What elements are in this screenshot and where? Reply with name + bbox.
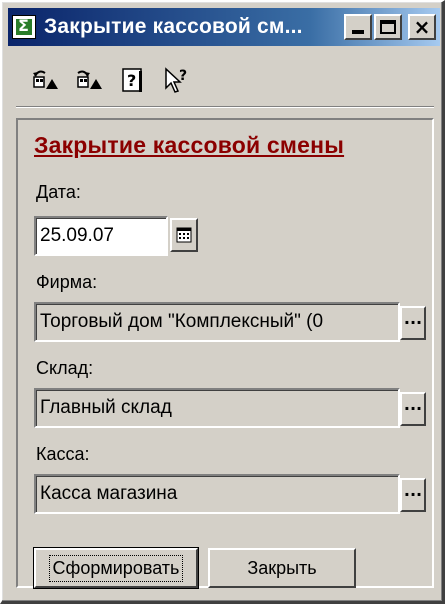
warehouse-select-button[interactable]: ... xyxy=(400,392,426,426)
undo-button[interactable] xyxy=(30,65,60,95)
firm-label: Фирма: xyxy=(36,272,98,292)
minimize-icon xyxy=(352,30,364,34)
maximize-button[interactable] xyxy=(374,14,402,40)
help-button[interactable]: ? xyxy=(118,65,148,95)
close-icon: × xyxy=(413,15,431,39)
form-title: Закрытие кассовой смены xyxy=(34,132,345,158)
close-button[interactable]: Закрыть xyxy=(208,548,356,588)
window-title: Закрытие кассовой см... xyxy=(44,15,303,38)
calendar-button[interactable] xyxy=(170,218,198,252)
cashbox-select-button[interactable]: ... xyxy=(400,478,426,512)
firm-select-button[interactable]: ... xyxy=(400,306,426,340)
svg-text:?: ? xyxy=(127,71,136,90)
warehouse-label: Склад: xyxy=(36,358,94,378)
date-input[interactable]: 25.09.07 xyxy=(34,216,168,256)
redo-button[interactable] xyxy=(74,65,104,95)
help-icon: ? xyxy=(122,68,142,92)
firm-field[interactable]: Торговый дом "Комплексный" (0 xyxy=(34,302,400,342)
svg-text:?: ? xyxy=(179,68,187,84)
undo-icon xyxy=(33,70,58,89)
date-label: Дата: xyxy=(36,182,81,202)
redo-icon xyxy=(77,70,102,89)
title-bar[interactable]: Закрытие кассовой см... × xyxy=(8,8,440,46)
generate-button-label: Сформировать xyxy=(48,554,184,582)
generate-button[interactable]: Сформировать xyxy=(33,547,199,589)
toolbar: ? ? xyxy=(30,60,192,100)
close-button-label: Закрыть xyxy=(247,557,317,578)
cashbox-label: Касса: xyxy=(36,444,90,464)
close-window-button[interactable]: × xyxy=(408,14,436,40)
calendar-icon xyxy=(176,227,192,243)
context-help-button[interactable]: ? xyxy=(162,65,192,95)
toolbar-divider xyxy=(16,106,434,108)
minimize-button[interactable] xyxy=(344,14,372,40)
cashbox-field[interactable]: Касса магазина xyxy=(34,474,400,514)
context-help-icon: ? xyxy=(165,67,187,93)
warehouse-field[interactable]: Главный склад xyxy=(34,388,400,428)
app-icon[interactable] xyxy=(12,15,36,39)
maximize-icon xyxy=(380,20,396,34)
dialog-window: Закрытие кассовой см... × xyxy=(0,0,445,604)
